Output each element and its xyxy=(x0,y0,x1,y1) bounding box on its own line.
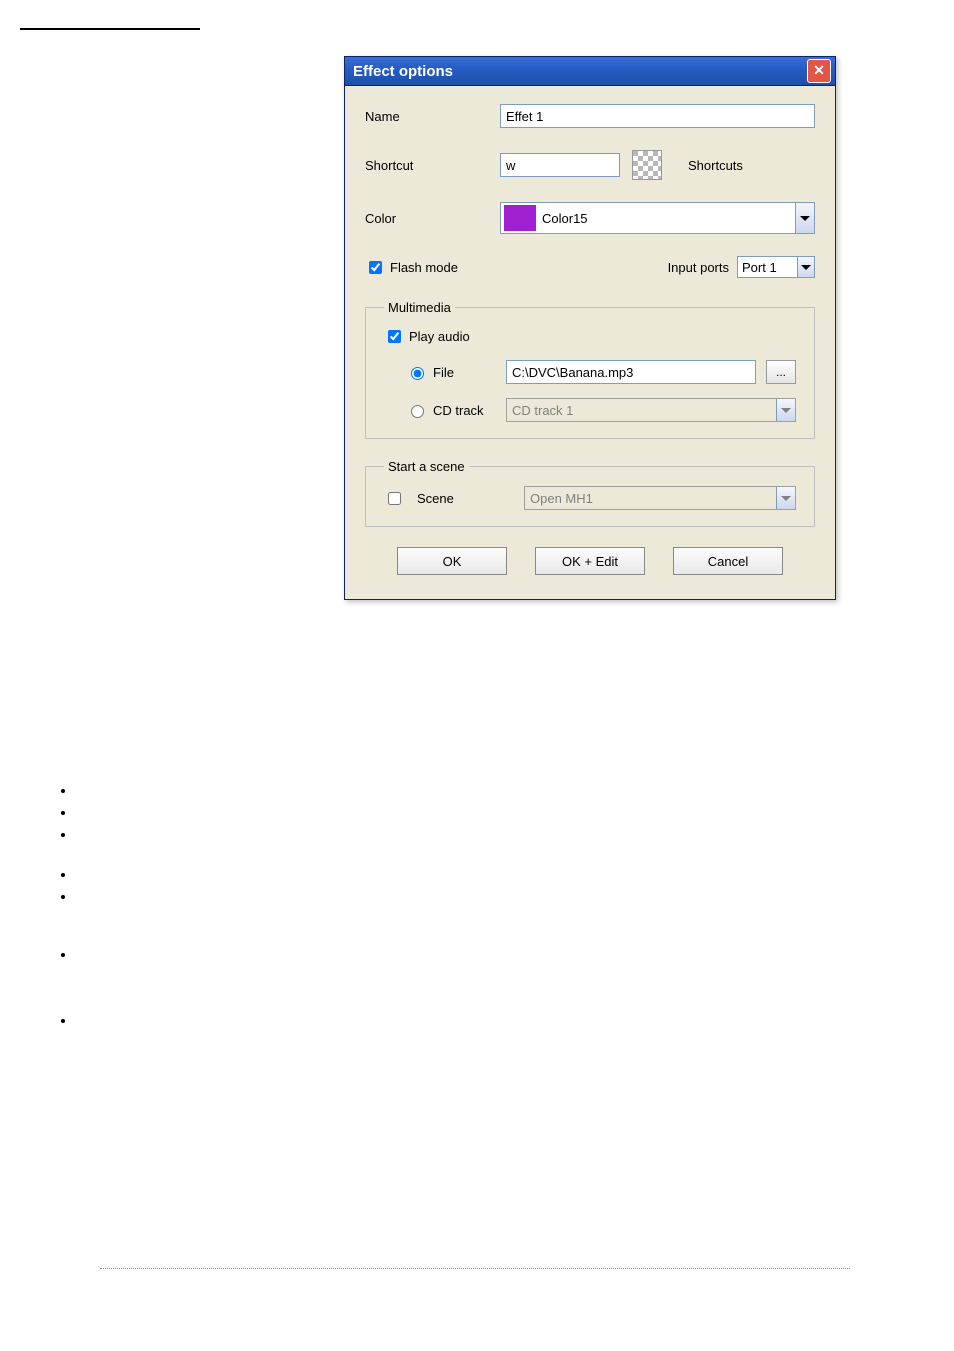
shortcut-label: Shortcut xyxy=(365,158,500,173)
cdtrack-row: CD track CD track 1 xyxy=(406,398,796,422)
flashmode-row: Flash mode Input ports Port 1 xyxy=(365,256,815,278)
file-path-input[interactable] xyxy=(506,360,756,384)
list-item xyxy=(76,827,82,833)
name-input[interactable] xyxy=(500,104,815,128)
chevron-down-icon xyxy=(776,399,795,421)
chevron-down-icon[interactable] xyxy=(795,203,814,233)
list-item xyxy=(76,867,82,873)
inputports-value: Port 1 xyxy=(742,260,777,275)
file-radio[interactable] xyxy=(411,367,424,380)
chevron-down-icon xyxy=(776,487,795,509)
scene-label: Scene xyxy=(417,491,454,506)
chevron-down-icon[interactable] xyxy=(797,257,814,277)
ok-button[interactable]: OK xyxy=(397,547,507,575)
list-item xyxy=(76,783,82,789)
cdtrack-value: CD track 1 xyxy=(512,403,573,418)
color-label: Color xyxy=(365,211,500,226)
effect-options-dialog: Effect options ✕ Name Shortcut Shortcuts… xyxy=(344,56,836,600)
shortcuts-button-label[interactable]: Shortcuts xyxy=(688,158,743,173)
startscene-fieldset: Start a scene Scene Open MH1 xyxy=(365,459,815,527)
list-item xyxy=(76,805,82,811)
keyboard-icon[interactable] xyxy=(632,150,662,180)
list-item xyxy=(76,889,82,895)
scene-row: Scene Open MH1 xyxy=(384,486,796,510)
close-icon[interactable]: ✕ xyxy=(807,59,831,83)
shortcut-row: Shortcut Shortcuts xyxy=(365,150,815,180)
inputports-group: Input ports Port 1 xyxy=(668,256,815,278)
dialog-title: Effect options xyxy=(353,63,807,80)
cdtrack-select: CD track 1 xyxy=(506,398,796,422)
file-row: File ... xyxy=(406,360,796,384)
dialog-content: Name Shortcut Shortcuts Color Color15 xyxy=(345,86,835,599)
titlebar: Effect options ✕ xyxy=(345,57,835,86)
scene-value: Open MH1 xyxy=(530,491,593,506)
multimedia-legend: Multimedia xyxy=(384,300,455,315)
list-item xyxy=(76,947,82,953)
ok-edit-button[interactable]: OK + Edit xyxy=(535,547,645,575)
color-name: Color15 xyxy=(542,211,795,226)
multimedia-fieldset: Multimedia Play audio File ... CD track xyxy=(365,300,815,439)
cancel-button[interactable]: Cancel xyxy=(673,547,783,575)
bullet-list xyxy=(56,783,82,1035)
button-row: OK OK + Edit Cancel xyxy=(365,547,815,575)
file-label: File xyxy=(433,365,454,380)
top-divider xyxy=(20,28,200,30)
browse-button[interactable]: ... xyxy=(766,360,796,384)
playaudio-label: Play audio xyxy=(409,329,470,344)
color-swatch xyxy=(504,205,536,231)
color-picker[interactable]: Color15 xyxy=(500,202,815,234)
flashmode-checkbox[interactable] xyxy=(369,261,382,274)
scene-checkbox[interactable] xyxy=(388,492,401,505)
cdtrack-radio[interactable] xyxy=(411,405,424,418)
shortcut-input[interactable] xyxy=(500,153,620,177)
name-label: Name xyxy=(365,109,500,124)
color-row: Color Color15 xyxy=(365,202,815,234)
startscene-legend: Start a scene xyxy=(384,459,469,474)
inputports-label: Input ports xyxy=(668,260,729,275)
scene-select: Open MH1 xyxy=(524,486,796,510)
cdtrack-label: CD track xyxy=(433,403,484,418)
bottom-divider xyxy=(100,1268,850,1269)
list-item xyxy=(76,1013,82,1019)
name-row: Name xyxy=(365,104,815,128)
playaudio-row: Play audio xyxy=(384,327,796,346)
playaudio-checkbox[interactable] xyxy=(388,330,401,343)
inputports-select[interactable]: Port 1 xyxy=(737,256,815,278)
flashmode-label: Flash mode xyxy=(390,260,458,275)
